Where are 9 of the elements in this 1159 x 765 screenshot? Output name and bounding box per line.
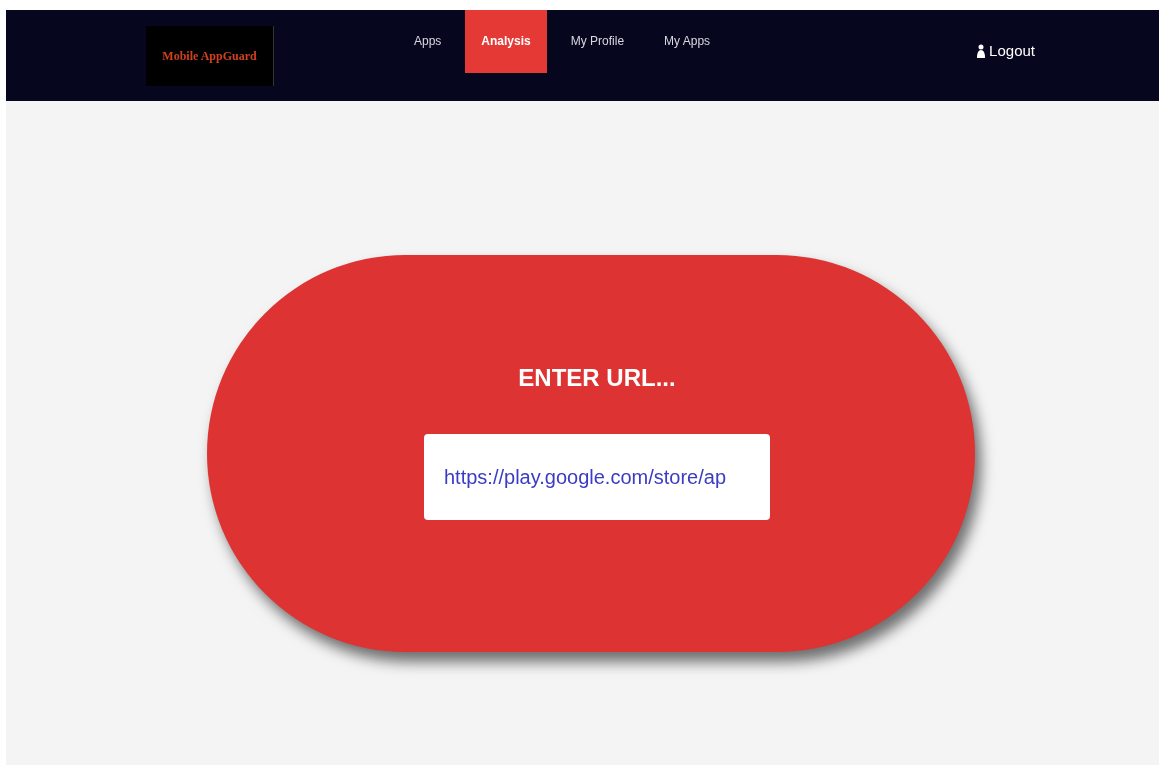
nav-tab[interactable]: Apps [398, 10, 458, 73]
logo[interactable]: Mobile AppGuard [146, 26, 274, 86]
logout-button[interactable]: Logout [977, 40, 1035, 63]
url-input-field[interactable]: https://play.google.com/store/ap [424, 434, 770, 520]
card-heading: ENTER URL... [518, 363, 676, 393]
nav-tab[interactable]: My Profile [554, 10, 641, 73]
nav-tab[interactable]: Analysis [465, 10, 547, 73]
nav-tab[interactable]: My Apps [648, 10, 727, 73]
user-icon [977, 44, 986, 59]
